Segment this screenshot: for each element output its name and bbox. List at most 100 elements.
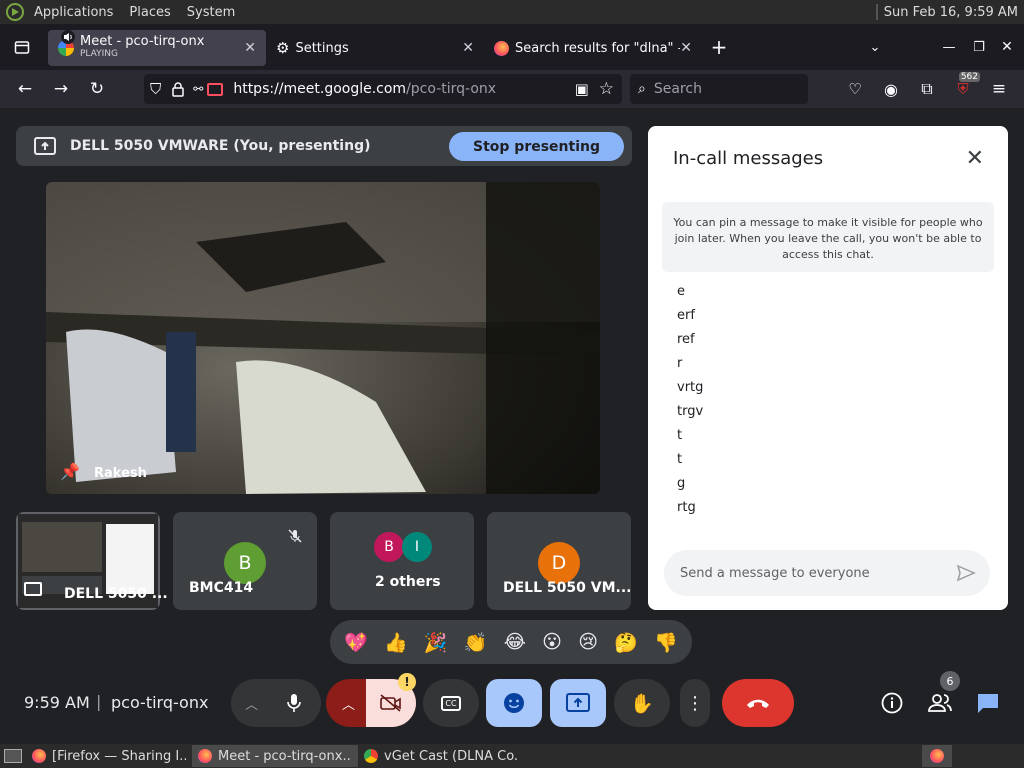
message-list: e erf ref r vrtg trgv t t g rtg: [677, 280, 703, 520]
account-icon[interactable]: ◉: [874, 74, 908, 104]
tab-close-icon[interactable]: ✕: [244, 40, 256, 56]
in-call-messages-panel: In-call messages ✕ You can pin a message…: [648, 126, 1008, 610]
stop-presenting-button[interactable]: Stop presenting: [449, 132, 624, 161]
chat-message: t: [677, 452, 683, 467]
ublock-icon[interactable]: ⛨ 562: [946, 72, 980, 104]
taskbar-item-vget-cast[interactable]: vGet Cast (DLNA Co...: [358, 745, 524, 767]
participant-tile-others[interactable]: B I 2 others: [330, 512, 474, 610]
navigation-bar: ← → ↻ ⛉ ⚯ https://meet.google.com/pco-ti…: [0, 70, 1024, 108]
url-host: https://meet.google.com: [233, 81, 407, 97]
minimize-icon[interactable]: —: [932, 32, 966, 62]
participant-tile-bmc414[interactable]: B BMC414: [173, 512, 317, 610]
tile-name: DELL 5050 ...: [64, 586, 168, 602]
chat-bubble-icon: [978, 694, 998, 713]
reaction-laugh-button[interactable]: 😂: [504, 631, 526, 653]
bookmark-star-icon[interactable]: ☆: [599, 79, 614, 99]
self-presentation-tile[interactable]: DELL 5050 ...: [16, 512, 168, 610]
more-vert-icon: ⋮: [686, 692, 704, 714]
pin-icon[interactable]: 📌: [60, 462, 80, 481]
tab-meet[interactable]: Meet - pco-tirq-onx PLAYING ✕: [48, 30, 266, 66]
reader-view-icon[interactable]: ▣: [575, 80, 589, 98]
avatar: D: [538, 542, 580, 584]
forward-arrow-icon[interactable]: →: [44, 74, 78, 104]
camera-off-icon: [380, 694, 401, 712]
desktop-icon: [4, 749, 22, 763]
permissions-icon[interactable]: ⚯: [193, 82, 203, 96]
microphone-icon[interactable]: [285, 692, 303, 714]
meet-favicon-icon: [58, 30, 75, 56]
captions-button[interactable]: CC: [423, 679, 479, 727]
extensions-icon[interactable]: ⧉: [910, 74, 944, 104]
speaker-playing-icon[interactable]: [61, 30, 75, 44]
hamburger-menu-icon[interactable]: ≡: [982, 74, 1016, 104]
new-tab-button[interactable]: +: [702, 32, 736, 62]
reaction-thumbs-down-button[interactable]: 👎: [654, 631, 678, 654]
taskbar-item-firefox-sharing[interactable]: [Firefox — Sharing I...: [26, 745, 192, 767]
tab-overflow-chevron-icon[interactable]: ⌄: [858, 32, 892, 62]
chat-message: t: [677, 428, 683, 443]
taskbar-label: [Firefox — Sharing I...: [52, 748, 186, 764]
leave-call-button[interactable]: [722, 679, 794, 727]
chevron-up-icon[interactable]: ︿: [342, 694, 355, 713]
reaction-thinking-button[interactable]: 🤔: [614, 631, 638, 654]
search-placeholder: Search: [653, 81, 702, 97]
chat-message-input[interactable]: Send a message to everyone: [664, 550, 990, 596]
chat-title: In-call messages: [673, 148, 824, 169]
emoji-button[interactable]: [486, 679, 542, 727]
meeting-details-button[interactable]: [868, 679, 916, 727]
tab-settings[interactable]: ⚙ Settings ✕: [266, 30, 484, 66]
workspace-switcher[interactable]: [922, 745, 952, 767]
current-time: 9:59 AM: [24, 693, 90, 712]
reload-icon[interactable]: ↻: [80, 74, 114, 104]
panel-clock-area: Sun Feb 16, 9:59 AM: [875, 4, 1018, 20]
send-icon[interactable]: [956, 563, 976, 583]
close-icon[interactable]: ✕: [966, 146, 984, 171]
tab-settings-title: Settings: [295, 40, 349, 56]
people-button[interactable]: 6: [916, 671, 964, 727]
shield-icon[interactable]: ⛉: [150, 80, 161, 98]
clock[interactable]: Sun Feb 16, 9:59 AM: [884, 5, 1018, 20]
pocket-icon[interactable]: ♡: [838, 74, 872, 104]
firefox-icon: [930, 749, 944, 763]
raise-hand-button[interactable]: ✋: [614, 679, 670, 727]
chat-button[interactable]: [964, 679, 1012, 727]
search-bar[interactable]: ⌕ Search: [630, 74, 808, 104]
people-count-badge: 6: [940, 671, 960, 691]
more-options-button[interactable]: ⋮: [680, 679, 710, 727]
tile-name: BMC414: [189, 580, 254, 596]
presenting-banner: DELL 5050 VMWARE (You, presenting) Stop …: [16, 126, 632, 166]
reaction-thumbs-up-button[interactable]: 👍: [384, 631, 408, 654]
reaction-cry-button[interactable]: 😢: [578, 631, 598, 653]
lock-icon[interactable]: [171, 81, 185, 97]
reaction-surprised-button[interactable]: 😮: [542, 631, 562, 653]
reaction-sparkling-heart-button[interactable]: 💖: [344, 631, 368, 654]
tab-search-title: Search results for "dlna" – A: [515, 40, 681, 56]
taskbar-item-meet[interactable]: Meet - pco-tirq-onx...: [192, 745, 358, 767]
chevron-up-icon[interactable]: ︿: [245, 694, 258, 713]
reactions-bar: 💖 👍 🎉 👏 😂 😮 😢 🤔 👎: [330, 620, 692, 664]
reaction-clap-button[interactable]: 👏: [464, 631, 488, 654]
tab-list-button[interactable]: [4, 32, 40, 62]
tab-search-results[interactable]: Search results for "dlna" – A ✕: [484, 30, 702, 66]
camera-warning-badge: !: [398, 673, 416, 691]
reaction-party-button[interactable]: 🎉: [424, 631, 448, 654]
gnome-top-panel: Applications Places System Sun Feb 16, 9…: [0, 0, 1024, 24]
show-desktop-button[interactable]: [0, 745, 26, 767]
gnome-menu: Applications Places System: [6, 3, 241, 21]
system-menu[interactable]: System: [181, 5, 241, 20]
url-bar[interactable]: ⛉ ⚯ https://meet.google.com/pco-tirq-onx…: [144, 74, 622, 104]
tile-name: 2 others: [375, 574, 441, 590]
applications-menu[interactable]: Applications: [28, 5, 119, 20]
distro-logo-icon[interactable]: [6, 3, 24, 21]
close-window-icon[interactable]: ✕: [990, 32, 1024, 62]
tab-close-icon[interactable]: ✕: [462, 40, 474, 56]
main-video-feed[interactable]: 📌 Rakesh: [46, 182, 600, 494]
screen-share-indicator-icon[interactable]: [207, 82, 224, 96]
mic-muted-icon: [288, 529, 302, 543]
back-arrow-icon[interactable]: ←: [8, 74, 42, 104]
participant-tile-dell[interactable]: D DELL 5050 VM...: [487, 512, 631, 610]
present-screen-button[interactable]: [550, 679, 606, 727]
taskbar-label: Meet - pco-tirq-onx...: [218, 748, 352, 764]
places-menu[interactable]: Places: [123, 5, 176, 20]
tab-close-icon[interactable]: ✕: [680, 40, 692, 56]
